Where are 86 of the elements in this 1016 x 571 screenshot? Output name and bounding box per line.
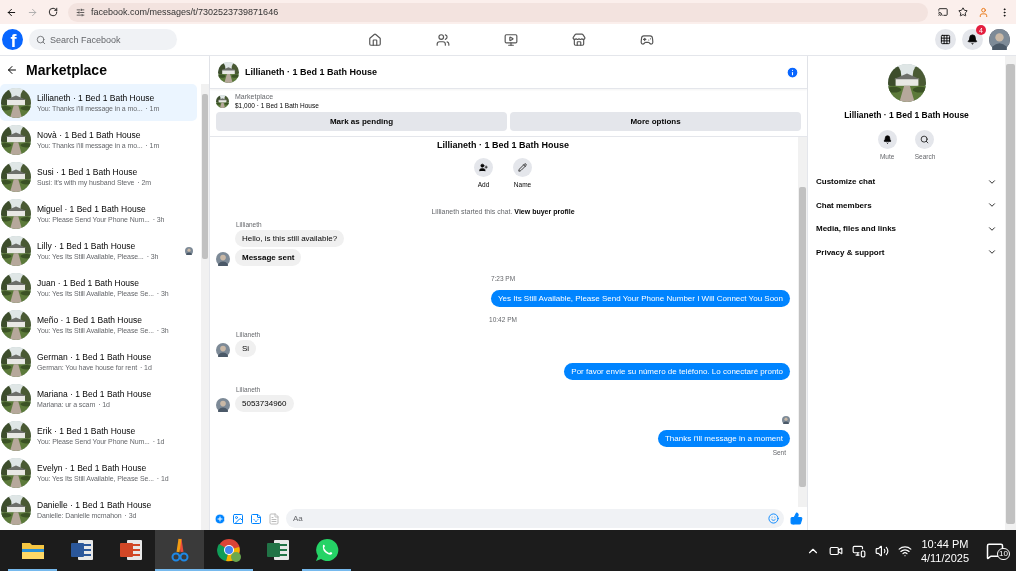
conversation-name: German · 1 Bed 1 Bath House xyxy=(37,352,153,362)
conversation-name: Miguel · 1 Bed 1 Bath House xyxy=(37,204,147,214)
add-person-button[interactable] xyxy=(474,158,493,177)
profile-icon xyxy=(978,6,989,18)
conversation-name: Lillianeth · 1 Bed 1 Bath House xyxy=(37,93,156,103)
conversation-name: Erik · 1 Bed 1 Bath House xyxy=(37,426,137,436)
search-icon xyxy=(36,34,46,45)
avatar-icon xyxy=(216,252,230,266)
conversation-name: Danielle · 1 Bed 1 Bath House xyxy=(37,500,153,510)
device-icon xyxy=(851,543,866,558)
like-icon xyxy=(790,512,803,525)
back-icon xyxy=(6,64,18,76)
grid-icon xyxy=(940,34,951,45)
conversation-name: Meño · 1 Bed 1 Bath House xyxy=(37,315,143,325)
avatar-icon xyxy=(185,246,193,255)
conversation-name: Susi · 1 Bed 1 Bath House xyxy=(37,167,139,177)
image-icon xyxy=(232,512,244,525)
conversation-name: Mariana · 1 Bed 1 Bath House xyxy=(37,389,153,399)
details-section[interactable]: Customize chat xyxy=(816,170,997,194)
message-bubble: Yes Its Still Available, Please Send Your Phone Number I Will Connect You Soon xyxy=(490,290,790,307)
message-bubble: 5053734960 xyxy=(235,395,294,412)
video-icon[interactable] xyxy=(504,32,518,47)
scrollbar[interactable] xyxy=(201,84,209,530)
search-field[interactable]: Search Facebook xyxy=(29,29,177,50)
notification-count: 10 xyxy=(997,547,1010,560)
conversation-name: Novà · 1 Bed 1 Bath House xyxy=(37,130,142,140)
search-icon xyxy=(920,135,930,144)
avatar-icon xyxy=(216,343,230,357)
bell-icon xyxy=(967,34,978,45)
add-person-icon xyxy=(479,163,488,172)
wifi-icon xyxy=(897,543,912,558)
chat-intro-title: Lillianeth · 1 Bed 1 Bath House xyxy=(437,140,569,150)
forward-icon xyxy=(27,6,38,18)
emoji-icon xyxy=(768,513,779,524)
details-section[interactable]: Privacy & support xyxy=(816,240,997,264)
scrollbar[interactable] xyxy=(798,137,807,507)
details-section[interactable]: Media, files and links xyxy=(816,217,997,241)
details-title: Lillianeth · 1 Bed 1 Bath House xyxy=(844,110,969,120)
message-bubble: Hello, is this still available? xyxy=(235,230,345,247)
plus-icon xyxy=(214,512,226,525)
clock-date[interactable]: 4/11/2025 xyxy=(920,551,969,564)
cast-icon xyxy=(938,7,948,17)
document-icon xyxy=(69,538,94,561)
action-button[interactable]: Mark as pending xyxy=(216,112,507,131)
back-icon xyxy=(6,6,17,18)
chat-bubble-icon xyxy=(314,537,339,562)
message-bubble: Por favor envíe su número de teléfono. Lo conectaré pronto xyxy=(564,363,790,380)
home-icon[interactable] xyxy=(368,32,382,47)
pencil-icon xyxy=(518,163,527,172)
bell-icon xyxy=(882,135,892,144)
sidebar-title: Marketplace xyxy=(26,62,107,78)
scrollbar[interactable] xyxy=(1005,56,1016,530)
message-bubble: Si xyxy=(235,340,257,357)
avatar-icon xyxy=(989,29,1010,50)
site-settings-icon xyxy=(76,7,85,17)
conversation-name: Evelyn · 1 Bed 1 Bath House xyxy=(37,463,148,473)
star-icon xyxy=(958,7,968,17)
browser-icon xyxy=(216,537,241,562)
logo[interactable]: f xyxy=(2,29,23,50)
message-field[interactable]: Aa xyxy=(286,509,784,528)
info-icon xyxy=(786,65,799,79)
message-bubble: Thanks i'ill message in a moment xyxy=(657,430,790,447)
apps-button[interactable] xyxy=(935,29,956,50)
friends-icon[interactable] xyxy=(436,32,450,47)
chat-title: Lillianeth · 1 Bed 1 Bath House xyxy=(245,67,378,77)
avatar-icon xyxy=(782,416,790,424)
address-bar[interactable]: facebook.com/messages/t/7302523739871646 xyxy=(68,2,928,22)
bell-button[interactable] xyxy=(877,130,897,149)
conversation-name: Juan · 1 Bed 1 Bath House xyxy=(37,278,141,288)
gamepad-icon[interactable] xyxy=(640,32,654,47)
account-button[interactable] xyxy=(989,29,1010,50)
reload-icon xyxy=(48,7,58,17)
conversation-name: Lilly · 1 Bed 1 Bath House xyxy=(37,241,137,251)
search-button[interactable] xyxy=(915,130,935,149)
document-icon xyxy=(265,538,290,561)
clock-time[interactable]: 10:44 PM xyxy=(921,537,969,550)
pencil-button[interactable] xyxy=(513,158,532,177)
volume-icon xyxy=(874,543,889,558)
store-icon[interactable] xyxy=(572,32,586,47)
message-bubble: Message sent xyxy=(235,249,302,266)
action-button[interactable]: More options xyxy=(510,112,801,131)
sticker-icon xyxy=(250,512,262,525)
avatar-icon xyxy=(216,398,230,412)
document-icon xyxy=(118,538,143,561)
details-section[interactable]: Chat members xyxy=(816,193,997,217)
gif-icon xyxy=(268,512,280,525)
